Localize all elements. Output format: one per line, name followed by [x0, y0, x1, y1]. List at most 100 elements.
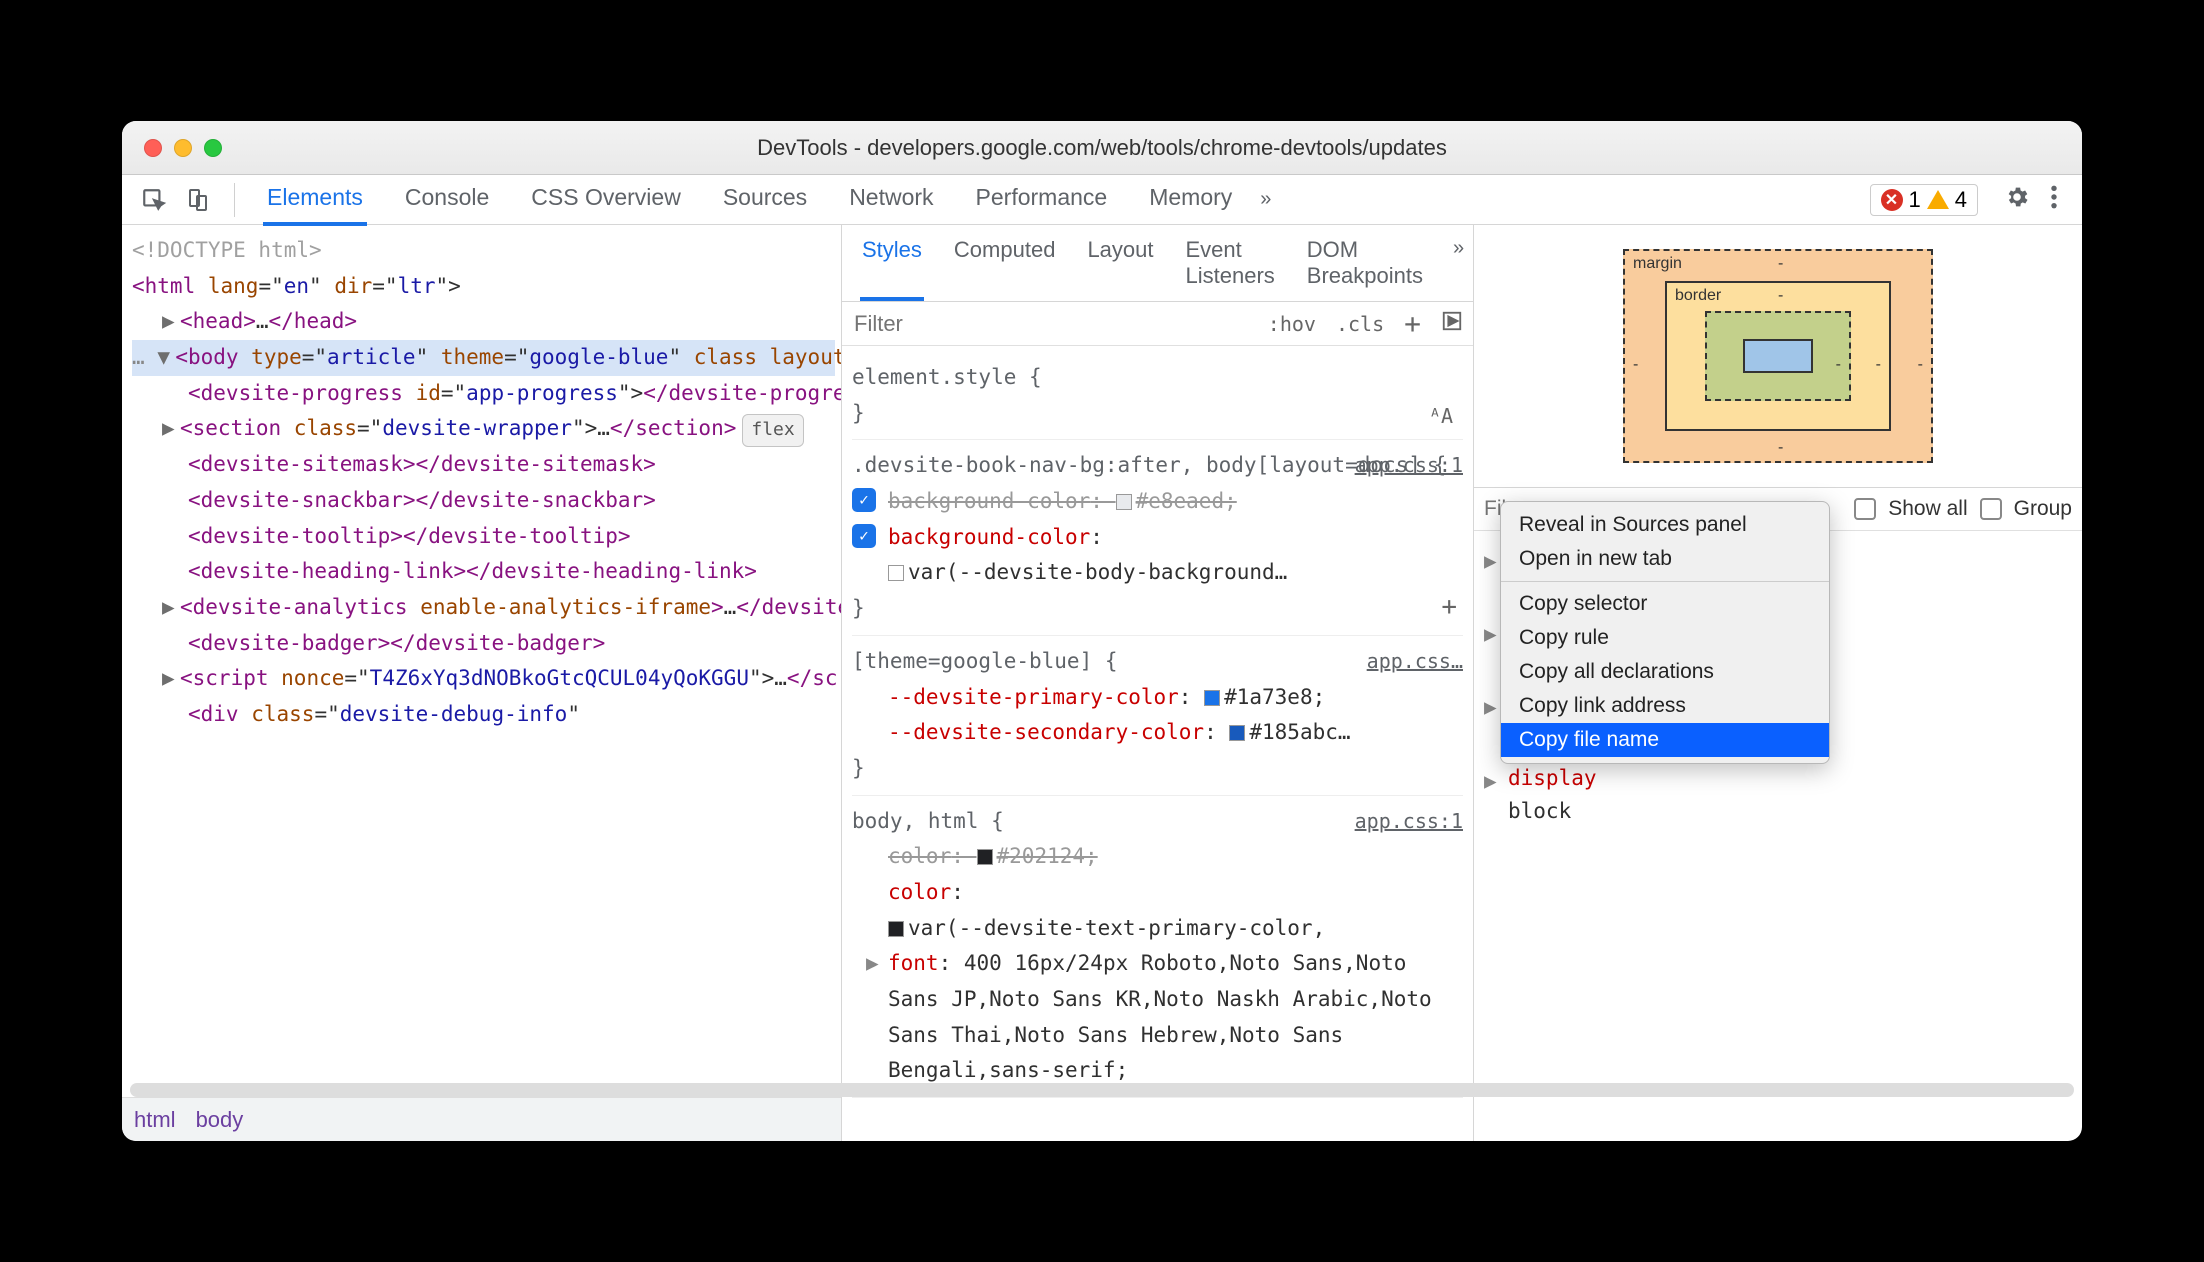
- dom-line[interactable]: ▶<head>…</head>: [132, 304, 835, 340]
- minimize-window-button[interactable]: [174, 139, 192, 157]
- more-tabs-icon[interactable]: »: [1260, 188, 1271, 211]
- context-menu-item[interactable]: Open in new tab: [1501, 542, 1829, 576]
- dom-line[interactable]: <devsite-progress id="app-progress"></de…: [132, 376, 835, 412]
- tab-network[interactable]: Network: [845, 173, 937, 226]
- dom-tree[interactable]: <!DOCTYPE html><html lang="en" dir="ltr"…: [122, 225, 841, 1097]
- more-subtabs-icon[interactable]: »: [1453, 225, 1464, 301]
- inspect-element-icon[interactable]: [136, 182, 172, 218]
- subtab-computed[interactable]: Computed: [952, 225, 1058, 301]
- dom-line[interactable]: ▶<devsite-analytics enable-analytics-ifr…: [132, 590, 835, 626]
- dom-line[interactable]: <html lang="en" dir="ltr">: [132, 269, 835, 305]
- dom-line[interactable]: <devsite-sitemask></devsite-sitemask>: [132, 447, 835, 483]
- css-rule[interactable]: body, html {app.css:1color: #202124;colo…: [852, 796, 1463, 1099]
- box-model[interactable]: margin - - - - border - - -: [1474, 225, 2082, 487]
- tab-performance[interactable]: Performance: [972, 173, 1112, 226]
- subtab-layout[interactable]: Layout: [1085, 225, 1155, 301]
- source-link[interactable]: app.css:1: [1355, 804, 1463, 838]
- subtab-dom-breakpoints[interactable]: DOM Breakpoints: [1305, 225, 1425, 301]
- css-declaration[interactable]: ▶font: 400 16px/24px Roboto,Noto Sans,No…: [852, 946, 1463, 1089]
- tab-css-overview[interactable]: CSS Overview: [527, 173, 685, 226]
- showall-checkbox[interactable]: [1854, 498, 1876, 520]
- property-checkbox[interactable]: ✓: [852, 488, 876, 512]
- color-swatch-icon[interactable]: [1204, 690, 1220, 706]
- styles-subtabs: Styles Computed Layout Event Listeners DOM B…: [842, 225, 1473, 302]
- group-checkbox[interactable]: [1980, 498, 2002, 520]
- disclosure-triangle-icon[interactable]: ▼: [157, 340, 175, 376]
- dom-line[interactable]: <devsite-snackbar></devsite-snackbar>: [132, 483, 835, 519]
- color-swatch-icon[interactable]: [888, 565, 904, 581]
- add-declaration-button[interactable]: +: [1441, 585, 1457, 629]
- expand-icon[interactable]: ▶: [1484, 545, 1497, 579]
- expand-icon[interactable]: ▶: [1484, 618, 1497, 652]
- css-declaration[interactable]: var(--devsite-body-background…: [852, 555, 1463, 591]
- css-rule[interactable]: element.style {}ᴬA: [852, 352, 1463, 440]
- error-warning-badge[interactable]: ✕ 1 4: [1870, 184, 1979, 216]
- dom-line[interactable]: <devsite-tooltip></devsite-tooltip>: [132, 519, 835, 555]
- rendering-emulations-icon[interactable]: [1431, 310, 1473, 337]
- flex-badge[interactable]: flex: [742, 414, 803, 447]
- styles-filter-input[interactable]: [842, 311, 1258, 337]
- tab-elements[interactable]: Elements: [263, 173, 367, 226]
- device-toolbar-icon[interactable]: [180, 182, 216, 218]
- hov-toggle[interactable]: :hov: [1258, 312, 1326, 336]
- close-window-button[interactable]: [144, 139, 162, 157]
- color-swatch-icon[interactable]: [888, 921, 904, 937]
- css-declaration[interactable]: color: #202124;: [852, 839, 1463, 875]
- context-menu-item[interactable]: Copy link address: [1501, 689, 1829, 723]
- horizontal-scrollbar[interactable]: [130, 1083, 842, 1097]
- css-declaration[interactable]: var(--devsite-text-primary-color,: [852, 911, 1463, 947]
- property-checkbox[interactable]: ✓: [852, 524, 876, 548]
- disclosure-triangle-icon[interactable]: ▶: [162, 661, 180, 697]
- disclosure-triangle-icon[interactable]: ▶: [162, 590, 180, 626]
- css-declaration[interactable]: ✓background-color:: [852, 520, 1463, 556]
- tab-console[interactable]: Console: [401, 173, 493, 226]
- disclosure-triangle-icon[interactable]: ▶: [162, 411, 180, 447]
- expand-shorthand-icon[interactable]: ▶: [866, 946, 879, 982]
- css-rule[interactable]: [theme=google-blue] {app.css…--devsite-p…: [852, 636, 1463, 796]
- css-declaration[interactable]: --devsite-secondary-color: #185abc…: [852, 715, 1463, 751]
- css-declaration[interactable]: --devsite-primary-color: #1a73e8;: [852, 680, 1463, 716]
- context-menu-item[interactable]: Reveal in Sources panel: [1501, 508, 1829, 542]
- context-menu-item[interactable]: Copy rule: [1501, 621, 1829, 655]
- source-link[interactable]: app.css…: [1367, 644, 1463, 678]
- dom-line[interactable]: <!DOCTYPE html>: [132, 233, 835, 269]
- color-swatch-icon[interactable]: [1229, 725, 1245, 741]
- font-editor-icon[interactable]: ᴬA: [1429, 399, 1453, 433]
- css-declaration[interactable]: ✓background-color: #e8eaed;: [852, 484, 1463, 520]
- tab-sources[interactable]: Sources: [719, 173, 811, 226]
- subtab-event-listeners[interactable]: Event Listeners: [1184, 225, 1277, 301]
- css-selector[interactable]: element.style {: [852, 360, 1463, 396]
- source-link[interactable]: app.css:1: [1355, 448, 1463, 482]
- dom-line[interactable]: <div class="devsite-debug-info": [132, 697, 835, 733]
- dom-line[interactable]: … ▼<body type="article" theme="google-bl…: [132, 340, 835, 376]
- disclosure-triangle-icon[interactable]: ▶: [162, 304, 180, 340]
- css-rule[interactable]: .devsite-book-nav-bg:after, body[layout=…: [852, 440, 1463, 635]
- warning-count: 4: [1955, 187, 1967, 213]
- tab-memory[interactable]: Memory: [1145, 173, 1236, 226]
- dom-line[interactable]: ▶<section class="devsite-wrapper">…</sec…: [132, 411, 835, 447]
- more-options-icon[interactable]: [2050, 184, 2058, 215]
- dom-line[interactable]: ▶<script nonce="T4Z6xYq3dNOBkoGtcQCUL04y…: [132, 661, 835, 697]
- dom-line[interactable]: <devsite-heading-link></devsite-heading-…: [132, 554, 835, 590]
- context-menu-item[interactable]: Copy file name: [1501, 723, 1829, 757]
- color-swatch-icon[interactable]: [1116, 494, 1132, 510]
- breadcrumb-item[interactable]: html: [134, 1107, 176, 1133]
- window-title: DevTools - developers.google.com/web/too…: [122, 135, 2082, 161]
- subtab-styles[interactable]: Styles: [860, 225, 924, 301]
- dom-line[interactable]: <devsite-badger></devsite-badger>: [132, 626, 835, 662]
- cls-toggle[interactable]: .cls: [1326, 312, 1394, 336]
- breadcrumb-item[interactable]: body: [196, 1107, 244, 1133]
- context-menu: Reveal in Sources panelOpen in new tab Co…: [1500, 501, 1830, 764]
- new-style-rule-button[interactable]: +: [1394, 307, 1431, 340]
- computed-property[interactable]: ▶displayblock: [1484, 759, 2072, 832]
- styles-rules[interactable]: element.style {}ᴬA.devsite-book-nav-bg:a…: [842, 346, 1473, 1141]
- expand-icon[interactable]: ▶: [1484, 691, 1497, 725]
- expand-icon[interactable]: ▶: [1484, 765, 1497, 799]
- css-declaration[interactable]: color:: [852, 875, 1463, 911]
- group-label: Group: [2014, 497, 2072, 521]
- color-swatch-icon[interactable]: [977, 849, 993, 865]
- zoom-window-button[interactable]: [204, 139, 222, 157]
- settings-icon[interactable]: [2004, 184, 2030, 215]
- context-menu-item[interactable]: Copy selector: [1501, 587, 1829, 621]
- context-menu-item[interactable]: Copy all declarations: [1501, 655, 1829, 689]
